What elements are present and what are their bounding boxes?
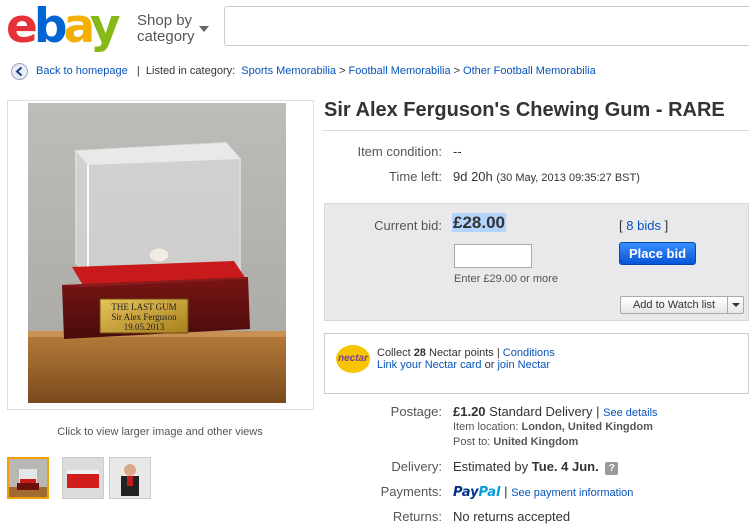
delivery-value: Estimated by Tue. 4 Jun. ?	[453, 459, 619, 475]
returns-value: No returns accepted	[453, 509, 571, 524]
breadcrumb: Back to homepage | Listed in category: S…	[36, 65, 596, 77]
breadcrumb-sports-memorabilia[interactable]: Sports Memorabilia	[241, 65, 336, 77]
logo-letter-a: a	[63, 0, 94, 54]
price-text: £28.00	[452, 213, 506, 232]
post-to-value: United Kingdom	[493, 436, 579, 448]
delivery-label: Delivery:	[391, 459, 442, 474]
divider	[322, 130, 749, 131]
thumbnail-3[interactable]	[109, 457, 151, 499]
item-location-value: London, United Kingdom	[521, 421, 653, 433]
item-location: Item location: London, United Kingdom	[453, 421, 653, 433]
time-left-value: 9d 20h (30 May, 2013 09:35:27 BST)	[453, 169, 640, 184]
time-left-duration: 9d 20h	[453, 169, 493, 184]
bid-amount-input[interactable]	[454, 244, 532, 268]
help-icon[interactable]: ?	[605, 462, 619, 475]
delivery-date: Tue. 4 Jun.	[531, 459, 599, 474]
plaque-line-1: THE LAST GUM	[111, 302, 176, 312]
nectar-points-text: Nectar points |	[429, 347, 500, 359]
shop-by-label: Shop by	[137, 12, 193, 29]
listed-in-label: Listed in category:	[145, 65, 236, 77]
post-to-label: Post to:	[453, 436, 491, 448]
bid-count-link[interactable]: 8 bids	[626, 218, 661, 233]
breadcrumb-football-memorabilia[interactable]: Football Memorabilia	[349, 65, 451, 77]
payments-value: PayPal | See payment information	[453, 484, 633, 500]
join-nectar-link[interactable]: join Nectar	[497, 359, 550, 371]
item-condition-label: Item condition:	[357, 144, 442, 159]
divider: |	[130, 65, 143, 77]
paypal-pay: Pay	[453, 485, 479, 500]
paypal-pal: Pal	[478, 485, 501, 500]
category-label: category	[137, 28, 195, 45]
logo-letter-e: e	[6, 0, 38, 54]
current-bid-label: Current bid:	[374, 218, 442, 233]
post-to: Post to: United Kingdom	[453, 436, 578, 448]
chevron-down-icon	[732, 303, 740, 307]
current-bid-price: £28.00	[452, 213, 506, 233]
link-nectar-card-link[interactable]: Link your Nectar card	[377, 359, 482, 371]
thumbnail-2[interactable]	[62, 457, 104, 499]
nectar-points-count: 28	[413, 347, 426, 359]
bracket-open: [	[619, 218, 623, 233]
bracket-close: ]	[664, 218, 669, 233]
plaque-line-3: 19.05.2013	[124, 322, 165, 332]
plaque-line-2: Sir Alex Ferguson	[111, 312, 177, 322]
payments-label: Payments:	[380, 484, 442, 499]
time-left-end-date: (30 May, 2013 09:35:27 BST)	[496, 172, 640, 184]
back-to-homepage-link[interactable]: Back to homepage	[36, 65, 128, 77]
nectar-logo-icon: nectar	[336, 345, 370, 373]
paypal-logo: PayPal	[453, 485, 500, 500]
watch-list-dropdown[interactable]	[727, 297, 744, 313]
back-arrow-icon[interactable]	[11, 63, 28, 80]
logo-letter-b: b	[33, 0, 68, 54]
breadcrumb-other-football-memorabilia[interactable]: Other Football Memorabilia	[463, 65, 596, 77]
shop-by-category-button[interactable]: Shop by category	[137, 12, 209, 45]
bid-count: [ 8 bids ]	[619, 218, 668, 233]
postage-method: Standard Delivery |	[489, 404, 600, 419]
bid-hint: Enter £29.00 or more	[454, 273, 558, 285]
nectar-conditions-link[interactable]: Conditions	[503, 347, 555, 359]
breadcrumb-separator: >	[453, 65, 461, 77]
logo-letter-y: y	[89, 0, 121, 54]
watch-list-label: Add to Watch list	[632, 299, 716, 311]
breadcrumb-separator: >	[339, 65, 346, 77]
postage-price: £1.20	[453, 404, 486, 419]
item-location-label: Item location:	[453, 421, 519, 433]
ebay-logo[interactable]: ebay	[6, 0, 121, 54]
postage-value: £1.20 Standard Delivery | See details	[453, 404, 658, 419]
add-to-watch-list-button[interactable]: Add to Watch list	[620, 296, 744, 314]
payment-separator: |	[504, 484, 508, 499]
collect-text: Collect	[377, 347, 411, 359]
or-text: or	[484, 359, 495, 371]
search-input[interactable]	[224, 6, 749, 46]
item-title: Sir Alex Ferguson's Chewing Gum - RARE	[324, 99, 725, 121]
nectar-collect-line: Collect 28 Nectar points | Conditions	[377, 347, 555, 359]
time-left-label: Time left:	[389, 169, 442, 184]
postage-label: Postage:	[390, 404, 442, 419]
place-bid-button[interactable]: Place bid	[619, 242, 696, 265]
see-payment-information-link[interactable]: See payment information	[511, 487, 633, 499]
nectar-link-line: Link your Nectar card or join Nectar	[377, 359, 550, 371]
returns-label: Returns:	[392, 509, 442, 524]
see-details-link[interactable]: See details	[603, 407, 657, 419]
chevron-down-icon	[199, 26, 209, 32]
main-product-image[interactable]: THE LAST GUM Sir Alex Ferguson 19.05.201…	[28, 103, 286, 403]
image-caption[interactable]: Click to view larger image and other vie…	[0, 426, 320, 438]
thumbnail-1[interactable]	[7, 457, 49, 499]
delivery-prefix: Estimated by	[453, 459, 529, 474]
item-condition-value: --	[453, 144, 462, 159]
